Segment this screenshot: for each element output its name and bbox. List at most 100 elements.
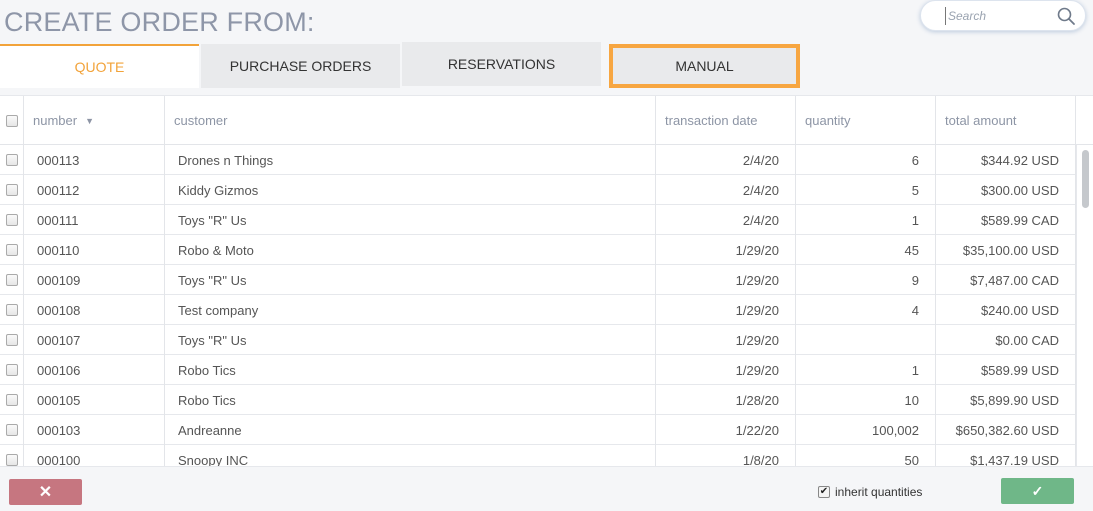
cell-total-amount: $0.00 CAD (936, 325, 1076, 355)
cell-number: 000113 (24, 145, 165, 175)
cell-customer: Robo Tics (165, 355, 656, 385)
cell-customer: Snoopy INC (165, 445, 656, 466)
cell-customer: Toys "R" Us (165, 325, 656, 355)
cell-number: 000112 (24, 175, 165, 205)
cell-transaction-date: 2/4/20 (656, 175, 796, 205)
footer-bar: ✕ ✔ inherit quantities ✓ (0, 466, 1093, 511)
table-row[interactable]: 000107 Toys "R" Us 1/29/20 $0.00 CAD (0, 325, 1076, 355)
cell-customer: Drones n Things (165, 145, 656, 175)
cell-quantity: 9 (796, 265, 936, 295)
vertical-scrollbar[interactable] (1076, 145, 1093, 466)
row-checkbox[interactable] (5, 214, 18, 226)
cell-quantity: 50 (796, 445, 936, 466)
column-header-customer[interactable]: customer (165, 96, 656, 145)
table-row[interactable]: 000109 Toys "R" Us 1/29/20 9 $7,487.00 CAD (0, 265, 1076, 295)
cell-customer: Robo & Moto (165, 235, 656, 265)
column-header-total-amount[interactable]: total amount (936, 96, 1076, 145)
table-row[interactable]: 000110 Robo & Moto 1/29/20 45 $35,100.00 USD (0, 235, 1076, 265)
row-checkbox[interactable] (5, 334, 18, 346)
inherit-quantities-label: inherit quantities (835, 485, 923, 499)
column-header-label: number (33, 113, 78, 128)
tab-quote[interactable]: QUOTE (0, 44, 199, 88)
cell-quantity: 1 (796, 205, 936, 235)
cell-quantity: 6 (796, 145, 936, 175)
cell-total-amount: $5,899.90 USD (936, 385, 1076, 415)
row-checkbox[interactable] (5, 274, 18, 286)
row-checkbox[interactable] (5, 394, 18, 406)
cell-transaction-date: 1/29/20 (656, 295, 796, 325)
cell-number: 000105 (24, 385, 165, 415)
row-select-cell (0, 175, 24, 205)
row-select-cell (0, 445, 24, 466)
row-select-cell (0, 355, 24, 385)
row-checkbox[interactable] (5, 454, 18, 466)
confirm-button[interactable]: ✓ (1001, 478, 1074, 504)
cell-total-amount: $300.00 USD (936, 175, 1076, 205)
row-select-cell (0, 295, 24, 325)
table-row[interactable]: 000106 Robo Tics 1/29/20 1 $589.99 USD (0, 355, 1076, 385)
row-checkbox[interactable] (5, 424, 18, 436)
cell-transaction-date: 1/28/20 (656, 385, 796, 415)
cell-number: 000107 (24, 325, 165, 355)
row-select-cell (0, 235, 24, 265)
cell-transaction-date: 1/29/20 (656, 265, 796, 295)
cell-transaction-date: 1/8/20 (656, 445, 796, 466)
cell-total-amount: $240.00 USD (936, 295, 1076, 325)
table-row[interactable]: 000103 Andreanne 1/22/20 100,002 $650,382.60… (0, 415, 1076, 445)
scrollbar-thumb[interactable] (1082, 150, 1089, 208)
cell-transaction-date: 1/29/20 (656, 325, 796, 355)
row-checkbox[interactable] (5, 364, 18, 376)
row-select-cell (0, 415, 24, 445)
sort-descending-icon[interactable]: ▼ (85, 116, 94, 126)
cell-number: 000103 (24, 415, 165, 445)
cancel-button[interactable]: ✕ (9, 479, 82, 505)
cell-quantity: 5 (796, 175, 936, 205)
cell-number: 000109 (24, 265, 165, 295)
cell-quantity: 4 (796, 295, 936, 325)
row-checkbox[interactable] (5, 154, 18, 166)
cell-total-amount: $589.99 CAD (936, 205, 1076, 235)
top-bar: CREATE ORDER FROM: (0, 0, 1093, 44)
cell-customer: Test company (165, 295, 656, 325)
column-header-quantity[interactable]: quantity (796, 96, 936, 145)
cell-customer: Robo Tics (165, 385, 656, 415)
column-header-transaction-date[interactable]: transaction date (656, 96, 796, 145)
inherit-quantities-checkbox[interactable]: ✔ (818, 486, 830, 498)
table-row[interactable]: 000111 Toys "R" Us 2/4/20 1 $589.99 CAD (0, 205, 1076, 235)
table-row[interactable]: 000105 Robo Tics 1/28/20 10 $5,899.90 USD (0, 385, 1076, 415)
column-header-number[interactable]: number ▼ (24, 96, 165, 145)
row-select-cell (0, 325, 24, 355)
search-input[interactable] (945, 7, 1050, 25)
source-tabs: QUOTE PURCHASE ORDERS RESERVATIONS MANUA… (0, 42, 1093, 96)
select-all-cell (0, 96, 24, 145)
cell-quantity: 100,002 (796, 415, 936, 445)
tab-purchase-orders[interactable]: PURCHASE ORDERS (201, 44, 400, 88)
cell-total-amount: $1,437.19 USD (936, 445, 1076, 466)
cell-customer: Kiddy Gizmos (165, 175, 656, 205)
page-title: CREATE ORDER FROM: (4, 7, 315, 37)
orders-table: number ▼ customer transaction date quant… (0, 96, 1093, 466)
row-checkbox[interactable] (5, 244, 18, 256)
row-select-cell (0, 385, 24, 415)
table-row[interactable]: 000108 Test company 1/29/20 4 $240.00 USD (0, 295, 1076, 325)
cell-number: 000108 (24, 295, 165, 325)
table-row[interactable]: 000113 Drones n Things 2/4/20 6 $344.92 USD (0, 145, 1076, 175)
tab-reservations[interactable]: RESERVATIONS (402, 42, 601, 86)
cell-customer: Andreanne (165, 415, 656, 445)
table-row[interactable]: 000100 Snoopy INC 1/8/20 50 $1,437.19 USD (0, 445, 1076, 466)
row-checkbox[interactable] (5, 184, 18, 196)
search-box[interactable] (920, 0, 1086, 31)
cell-number: 000111 (24, 205, 165, 235)
cell-number: 000106 (24, 355, 165, 385)
select-all-checkbox[interactable] (5, 114, 18, 127)
table-row[interactable]: 000112 Kiddy Gizmos 2/4/20 5 $300.00 USD (0, 175, 1076, 205)
inherit-quantities-option[interactable]: ✔ inherit quantities (818, 485, 922, 499)
search-icon[interactable] (1056, 6, 1076, 26)
cell-quantity: 1 (796, 355, 936, 385)
cell-transaction-date: 2/4/20 (656, 145, 796, 175)
cell-customer: Toys "R" Us (165, 205, 656, 235)
cell-number: 000100 (24, 445, 165, 466)
row-checkbox[interactable] (5, 304, 18, 316)
tab-manual[interactable]: MANUAL (609, 44, 800, 88)
table-header: number ▼ customer transaction date quant… (0, 96, 1093, 145)
